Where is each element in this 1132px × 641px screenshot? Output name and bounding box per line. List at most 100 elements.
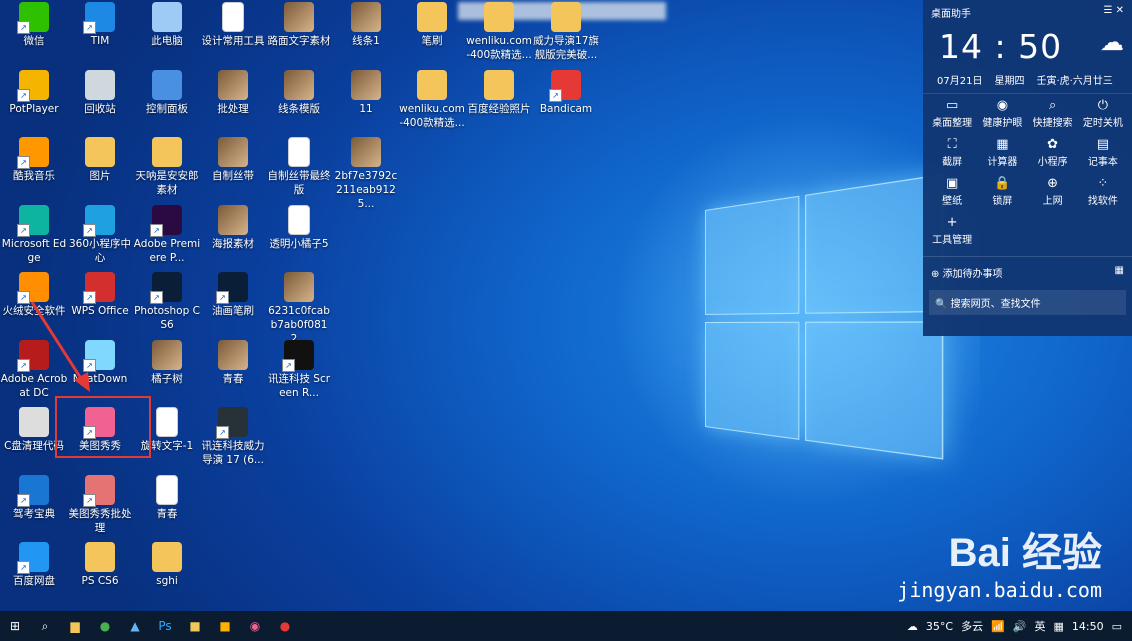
desktop-icon[interactable]: 线条1 <box>332 2 400 48</box>
panel-tool[interactable]: ▤ 记事本 <box>1078 137 1128 168</box>
panel-tool[interactable]: ⏻ 定时关机 <box>1078 98 1128 129</box>
meitu-icon[interactable]: ◉ <box>240 611 270 641</box>
panel-tool[interactable]: ⁘ 找软件 <box>1078 176 1128 207</box>
desktop-icon[interactable]: Photoshop CS6 <box>133 272 201 332</box>
desktop-icon[interactable]: 美图秀秀 <box>66 407 134 453</box>
desktop-icon[interactable]: 回收站 <box>66 70 134 116</box>
desktop-icon[interactable]: 微信 <box>0 2 68 48</box>
photos-icon[interactable]: ▲ <box>120 611 150 641</box>
desktop-icon[interactable]: 青春 <box>199 340 267 386</box>
desktop-icon[interactable]: 旋转文字-1 <box>133 407 201 453</box>
bandicam-icon[interactable]: ● <box>270 611 300 641</box>
weather-icon[interactable]: ☁ <box>907 620 918 633</box>
desktop-icon[interactable]: 线条模版 <box>265 70 333 116</box>
panel-search-input[interactable]: 🔍 搜索网页、查找文件 <box>929 290 1126 315</box>
search-icon[interactable]: ⌕ <box>30 611 60 641</box>
desktop-icon[interactable]: 天呐是安安郎素材 <box>133 137 201 197</box>
desktop-icon[interactable]: Bandicam <box>532 70 600 116</box>
network-icon[interactable]: 📶 <box>991 620 1005 633</box>
batch-file-icon <box>19 407 49 437</box>
volume-icon[interactable]: 🔊 <box>1013 620 1027 633</box>
browser-icon[interactable]: ● <box>90 611 120 641</box>
notification-icon[interactable]: ▭ <box>1112 620 1122 633</box>
panel-tool[interactable]: ⌕ 快捷搜索 <box>1028 98 1078 129</box>
panel-tool[interactable]: ▣ 壁纸 <box>927 176 977 207</box>
desktop-icon[interactable]: 设计常用工具 <box>199 2 267 48</box>
desktop-icon[interactable]: PotPlayer <box>0 70 68 116</box>
desktop-icon[interactable]: 讯连科技威力导演 17 (6... <box>199 407 267 467</box>
archive-icon <box>551 2 581 32</box>
panel-tool[interactable]: ⊕ 上网 <box>1028 176 1078 207</box>
desktop-icon[interactable]: 此电脑 <box>133 2 201 48</box>
desktop-icon[interactable]: Adobe Acrobat DC <box>0 340 68 400</box>
desktop-icon[interactable]: 批处理 <box>199 70 267 116</box>
desktop-icon[interactable]: 2bf7e3792c211eab9125... <box>332 137 400 211</box>
desktop-icon-label: wenliku.com-400款精选... <box>465 34 533 62</box>
desktop-icon[interactable]: Adobe Premiere P... <box>133 205 201 265</box>
desktop-icon[interactable]: sghi <box>133 542 201 588</box>
temperature[interactable]: 35°C <box>926 620 953 633</box>
desktop-icon[interactable]: 百度经验照片 <box>465 70 533 116</box>
desktop-icon[interactable]: 讯连科技 Screen R... <box>265 340 333 400</box>
desktop-icon[interactable]: 火绒安全软件 <box>0 272 68 318</box>
photoshop-icon[interactable]: Ps <box>150 611 180 641</box>
panel-menu-icon[interactable]: ☰ ✕ <box>1103 5 1124 20</box>
jiakao-icon <box>19 475 49 505</box>
weather-text[interactable]: 多云 <box>961 618 983 634</box>
desktop-icon[interactable]: 美图秀秀批处理 <box>66 475 134 535</box>
desktop-icon[interactable]: 自制丝带最终版 <box>265 137 333 197</box>
desktop-icon[interactable]: WPS Office <box>66 272 134 318</box>
desktop-icon[interactable]: 橘子树 <box>133 340 201 386</box>
desktop-icon[interactable]: 透明小橘子5 <box>265 205 333 251</box>
taskbar-clock[interactable]: 14:50 <box>1072 620 1104 633</box>
desktop-icon[interactable]: 6231c0fcabb7ab0f0812... <box>265 272 333 346</box>
panel-tool[interactable]: ◉ 健康护眼 <box>977 98 1027 129</box>
image-icon <box>218 340 248 370</box>
desktop-icon-label: 360小程序中心 <box>66 237 134 265</box>
panel-tool[interactable]: 🔒 锁屏 <box>977 176 1027 207</box>
desktop-icon[interactable]: 360小程序中心 <box>66 205 134 265</box>
desktop-icon-label: TIM <box>66 34 134 48</box>
desktop-icon[interactable]: 11 <box>332 70 400 116</box>
desktop-icon[interactable]: TIM <box>66 2 134 48</box>
panel-tool[interactable]: ▦ 计算器 <box>977 137 1027 168</box>
qr-code-icon[interactable]: ▦ <box>1115 265 1124 280</box>
desktop-icon[interactable]: 笔刷 <box>398 2 466 48</box>
desktop-icon[interactable]: 控制面板 <box>133 70 201 116</box>
apps-icon[interactable]: ▦ <box>1053 620 1063 633</box>
tool-label: 工具管理 <box>932 235 972 246</box>
panel-tool[interactable]: ✿ 小程序 <box>1028 137 1078 168</box>
desktop-icon[interactable]: 青春 <box>133 475 201 521</box>
powerdirector-icon <box>218 407 248 437</box>
panel-tool[interactable]: ▭ 桌面整理 <box>927 98 977 129</box>
cloud-icon: ☁ <box>1100 28 1124 56</box>
desktop-icon[interactable]: 百度网盘 <box>0 542 68 588</box>
desktop-icon-label: 火绒安全软件 <box>0 304 68 318</box>
panel-tool[interactable]: ⛶ 截屏 <box>927 137 977 168</box>
desktop-icon[interactable]: 路面文字素材 <box>265 2 333 48</box>
file-explorer-icon[interactable]: ▆ <box>60 611 90 641</box>
desktop-icon[interactable]: wenliku.com-400款精选... <box>465 2 533 62</box>
start-button[interactable]: ⊞ <box>0 611 30 641</box>
desktop-icon[interactable]: C盘清理代码 <box>0 407 68 453</box>
desktop-icon-label: 美图秀秀批处理 <box>66 507 134 535</box>
desktop-icon-label: Adobe Acrobat DC <box>0 372 68 400</box>
ime-indicator[interactable]: 英 <box>1034 618 1045 634</box>
desktop-icon[interactable]: 油画笔刷 <box>199 272 267 318</box>
desktop-icon[interactable]: 驾考宝典 <box>0 475 68 521</box>
wechat-icon <box>19 2 49 32</box>
desktop-icon[interactable]: 自制丝带 <box>199 137 267 183</box>
panel-tool[interactable]: + 工具管理 <box>927 215 977 246</box>
desktop-icon[interactable]: 酷我音乐 <box>0 137 68 183</box>
add-todo-button[interactable]: ⊕ 添加待办事项 <box>931 265 1003 280</box>
desktop-icon[interactable]: Microsoft Edge <box>0 205 68 265</box>
desktop-icon[interactable]: PS CS6 <box>66 542 134 588</box>
desktop-icon[interactable]: wenliku.com-400款精选... <box>398 70 466 130</box>
desktop-icon[interactable]: 图片 <box>66 137 134 183</box>
desktop-icon[interactable]: 海报素材 <box>199 205 267 251</box>
folder-icon[interactable]: ■ <box>180 611 210 641</box>
kuwo-icon[interactable]: ■ <box>210 611 240 641</box>
bandicam-icon <box>551 70 581 100</box>
desktop-icon[interactable]: NeatDown <box>66 340 134 386</box>
desktop-icon[interactable]: 威力导演17旗舰版完美破... <box>532 2 600 62</box>
